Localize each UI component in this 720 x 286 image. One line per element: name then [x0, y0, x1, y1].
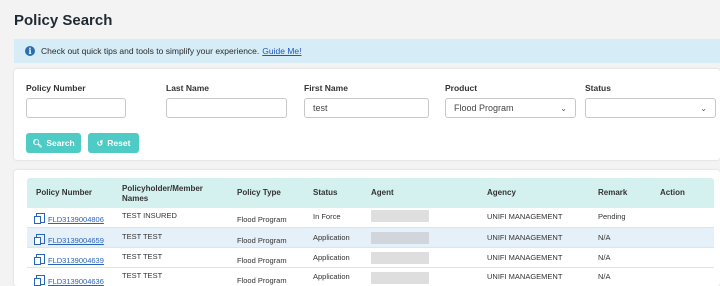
- search-icon: 🔍︎: [32, 138, 43, 148]
- column-header-agent[interactable]: Agent: [371, 188, 394, 198]
- table-row[interactable]: FLD3139004806 TEST INSURED Flood Program…: [27, 208, 714, 228]
- column-header-remark[interactable]: Remark: [598, 188, 627, 198]
- reset-button[interactable]: ↺ Reset: [88, 133, 139, 153]
- product-label: Product: [445, 83, 478, 93]
- agent-cell-redacted: [371, 272, 429, 284]
- policy-type-cell: Flood Program: [237, 276, 287, 285]
- status-cell: In Force: [313, 212, 341, 221]
- agent-cell-redacted: [371, 252, 429, 264]
- first-name-value: test: [313, 103, 328, 113]
- holder-cell: TEST TEST: [122, 252, 163, 261]
- agency-cell: UNIFI MANAGEMENT: [487, 233, 563, 242]
- agency-cell: UNIFI MANAGEMENT: [487, 272, 563, 281]
- table-header: Policy Number Policyholder/Member Names …: [27, 178, 714, 208]
- search-form: Policy Number Last Name First Name test …: [14, 69, 720, 160]
- status-cell: Application: [313, 272, 350, 281]
- table-row[interactable]: FLD3139004636 TEST TEST Flood Program Ap…: [27, 268, 714, 286]
- policy-type-cell: Flood Program: [237, 256, 287, 265]
- page-title: Policy Search: [14, 12, 113, 29]
- last-name-input[interactable]: [166, 98, 287, 118]
- product-value: Flood Program: [454, 103, 514, 113]
- info-banner: i Check out quick tips and tools to simp…: [14, 39, 720, 63]
- policy-number-cell[interactable]: FLD3139004639: [34, 254, 104, 265]
- policy-link[interactable]: FLD3139004659: [48, 236, 104, 245]
- document-icon: [34, 254, 45, 265]
- policy-type-cell: Flood Program: [237, 236, 287, 245]
- agency-cell: UNIFI MANAGEMENT: [487, 253, 563, 262]
- policy-link[interactable]: FLD3139004636: [48, 277, 104, 286]
- column-header-policy-number[interactable]: Policy Number: [36, 188, 92, 198]
- last-name-label: Last Name: [166, 83, 209, 93]
- product-select[interactable]: Flood Program ⌄: [445, 98, 576, 118]
- remark-cell: N/A: [598, 253, 611, 262]
- table-row[interactable]: FLD3139004639 TEST TEST Flood Program Ap…: [27, 248, 714, 268]
- remark-cell: N/A: [598, 272, 611, 281]
- policy-number-label: Policy Number: [26, 83, 86, 93]
- policy-number-cell[interactable]: FLD3139004636: [34, 275, 104, 286]
- document-icon: [34, 213, 45, 224]
- policy-number-input[interactable]: [26, 98, 126, 118]
- first-name-label: First Name: [304, 83, 348, 93]
- first-name-input[interactable]: test: [304, 98, 429, 118]
- document-icon: [34, 234, 45, 245]
- table-row[interactable]: FLD3139004659 TEST TEST Flood Program Ap…: [27, 228, 714, 248]
- holder-cell: TEST INSURED: [122, 211, 177, 220]
- remark-cell: Pending: [598, 212, 626, 221]
- policy-type-cell: Flood Program: [237, 215, 287, 224]
- agency-cell: UNIFI MANAGEMENT: [487, 212, 563, 221]
- status-label: Status: [585, 83, 611, 93]
- info-circle-icon: i: [25, 46, 35, 56]
- holder-cell: TEST TEST: [122, 232, 163, 241]
- policy-number-cell[interactable]: FLD3139004659: [34, 234, 104, 245]
- document-icon: [34, 275, 45, 286]
- column-header-agency[interactable]: Agency: [487, 188, 516, 198]
- policy-number-cell[interactable]: FLD3139004806: [34, 213, 104, 224]
- column-header-holder[interactable]: Policyholder/Member Names: [122, 184, 217, 204]
- search-button-label: Search: [46, 138, 75, 148]
- results-table: Policy Number Policyholder/Member Names …: [14, 170, 720, 286]
- status-cell: Application: [313, 233, 350, 242]
- holder-cell: TEST TEST: [122, 271, 163, 280]
- guide-me-link[interactable]: Guide Me!: [262, 46, 301, 56]
- column-header-policy-type[interactable]: Policy Type: [237, 188, 281, 198]
- status-select[interactable]: ⌄: [585, 98, 716, 118]
- remark-cell: N/A: [598, 233, 611, 242]
- chevron-down-icon: ⌄: [700, 104, 707, 113]
- agent-cell-redacted: [371, 232, 429, 244]
- reset-button-label: Reset: [107, 138, 131, 148]
- search-button[interactable]: 🔍︎ Search: [26, 133, 81, 153]
- chevron-down-icon: ⌄: [560, 104, 567, 113]
- agent-cell-redacted: [371, 210, 429, 222]
- reset-icon: ↺: [96, 138, 104, 148]
- policy-link[interactable]: FLD3139004806: [48, 215, 104, 224]
- column-header-action: Action: [660, 188, 685, 197]
- policy-link[interactable]: FLD3139004639: [48, 256, 104, 265]
- column-header-status[interactable]: Status: [313, 188, 337, 198]
- status-cell: Application: [313, 253, 350, 262]
- info-text: Check out quick tips and tools to simpli…: [41, 46, 260, 56]
